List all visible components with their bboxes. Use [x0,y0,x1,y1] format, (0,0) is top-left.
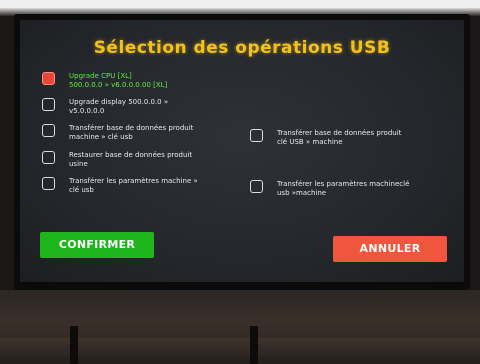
option-label: Transférer base de données produit clé US… [277,129,402,146]
option-upgrade-cpu[interactable]: Upgrade CPU [XL] 500.0.0.0 » v6.0.0.0.00 … [42,72,229,90]
option-upgrade-display[interactable]: Upgrade display 500.0.0.0 » v5.0.0.0.0 [42,98,229,116]
option-transfer-db-to-usb[interactable]: Transférer base de données produit machin… [42,124,229,142]
option-transfer-params-to-usb[interactable]: Transférer les paramètres machine » clé u… [42,177,229,195]
checkbox-transfer-db-to-machine[interactable] [250,129,263,142]
below-monitor-area [0,290,480,364]
checkbox-transfer-params-to-machine[interactable] [250,180,263,193]
checkbox-transfer-params-to-usb[interactable] [42,177,55,190]
checkbox-upgrade-display[interactable] [42,98,55,111]
page-title: Sélection des opérations USB [93,38,391,58]
option-restore-factory-db[interactable]: Restaurer base de données produit usine [42,151,229,169]
option-transfer-db-to-machine[interactable]: Transférer base de données produit clé US… [250,129,437,147]
option-label: Upgrade display 500.0.0.0 » v5.0.0.0.0 [69,98,169,115]
usb-operations-screen: Sélection des opérations USB Upgrade CPU… [20,20,464,282]
checkbox-transfer-db-to-usb[interactable] [42,124,55,137]
option-label: Upgrade CPU [XL] 500.0.0.0 » v6.0.0.0.00 … [69,72,168,89]
option-label: Transférer les paramètres machineclé usb … [277,180,410,197]
confirm-button[interactable]: CONFIRMER [40,232,154,258]
checkbox-upgrade-cpu[interactable] [42,72,55,85]
option-label: Transférer base de données produit machin… [69,124,194,141]
option-label: Restaurer base de données produit usine [69,151,193,168]
checkbox-restore-factory-db[interactable] [42,151,55,164]
cancel-button[interactable]: ANNULER [333,236,447,262]
option-label: Transférer les paramètres machine » clé u… [69,177,198,194]
option-transfer-params-to-machine[interactable]: Transférer les paramètres machineclé usb … [250,180,437,198]
